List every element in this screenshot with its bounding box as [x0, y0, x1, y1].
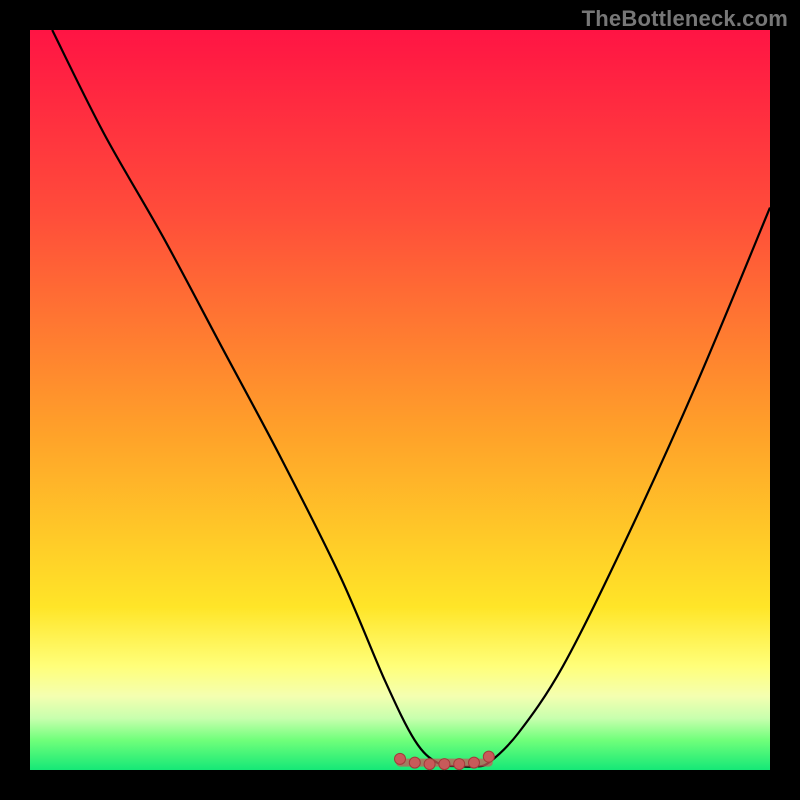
curve-marker	[469, 757, 480, 768]
curve-marker	[395, 753, 406, 764]
chart-frame: TheBottleneck.com	[0, 0, 800, 800]
curve-marker	[483, 751, 494, 762]
bottleneck-curve	[30, 30, 770, 770]
curve-marker	[409, 757, 420, 768]
plot-area	[30, 30, 770, 770]
watermark-text: TheBottleneck.com	[582, 6, 788, 32]
curve-marker	[424, 759, 435, 770]
curve-marker	[439, 759, 450, 770]
curve-marker	[454, 759, 465, 770]
curve-path	[52, 30, 770, 767]
